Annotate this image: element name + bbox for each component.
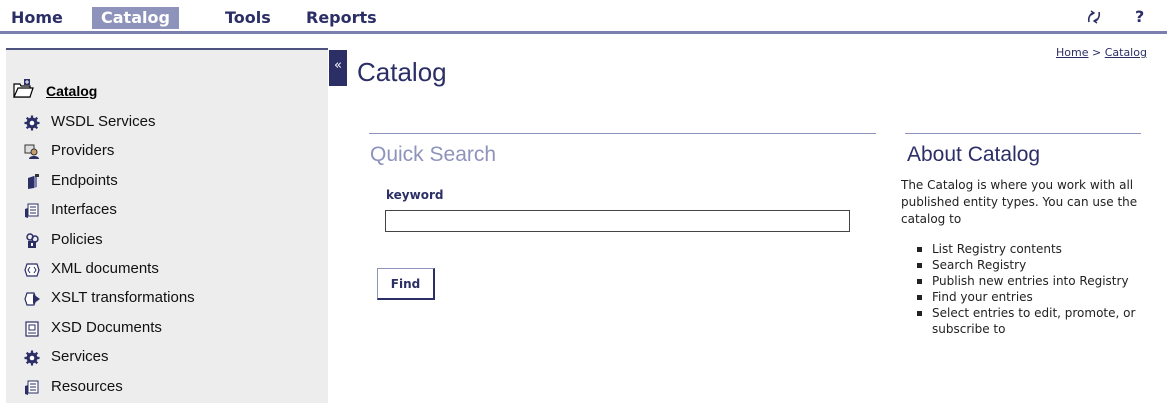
help-button[interactable]: ? xyxy=(1135,7,1144,26)
sidebar-item-policies[interactable]: Policies xyxy=(6,230,306,259)
keyword-label: keyword xyxy=(386,188,444,202)
sidebar-item-label: Interfaces xyxy=(51,201,117,219)
gear-icon xyxy=(24,115,40,131)
sidebar-item-providers[interactable]: Providers xyxy=(6,141,306,170)
breadcrumb-catalog-link[interactable]: Catalog xyxy=(1105,46,1147,59)
sidebar-item-xsd-documents[interactable]: XSD Documents xyxy=(6,318,306,347)
nav-home[interactable]: Home xyxy=(6,7,68,29)
collapse-sidebar-button[interactable]: « xyxy=(329,50,347,86)
sidebar-item-label: Resources xyxy=(51,377,123,395)
provider-icon xyxy=(24,144,40,160)
nav-reports[interactable]: Reports xyxy=(306,7,377,29)
sidebar-list: WSDL Services Providers Endpoints Interf… xyxy=(6,112,306,406)
sidebar-item-label: XSD Documents xyxy=(51,318,162,336)
quick-search-divider xyxy=(369,133,876,134)
sidebar: Catalog WSDL Services Providers Endpoint… xyxy=(6,48,328,403)
breadcrumb-separator: > xyxy=(1088,46,1105,59)
top-nav: Home Catalog Tools Reports ? xyxy=(0,0,1167,34)
catalog-icon xyxy=(12,78,34,100)
quick-search-title: Quick Search xyxy=(370,143,497,166)
about-divider xyxy=(905,133,1141,134)
sidebar-item-wsdl-services[interactable]: WSDL Services xyxy=(6,112,306,141)
list-item: Select entries to edit, promote, or subs… xyxy=(915,305,1145,337)
sidebar-item-resources[interactable]: Resources xyxy=(6,377,306,406)
breadcrumb: Home > Catalog xyxy=(1056,46,1147,59)
interface-icon xyxy=(24,203,40,219)
keyword-input[interactable] xyxy=(385,210,850,232)
xml-document-icon xyxy=(24,262,40,278)
sidebar-item-label: XSLT transformations xyxy=(51,289,195,307)
xslt-icon xyxy=(24,291,40,307)
sidebar-item-label: Endpoints xyxy=(51,171,118,189)
sidebar-item-services[interactable]: Services xyxy=(6,347,306,376)
endpoint-icon xyxy=(24,173,40,190)
sidebar-item-label: Policies xyxy=(51,230,103,248)
nav-catalog[interactable]: Catalog xyxy=(92,7,179,29)
sidebar-item-label: Services xyxy=(51,348,109,366)
sidebar-item-xml-documents[interactable]: XML documents xyxy=(6,259,306,288)
sidebar-item-label: Providers xyxy=(51,142,115,160)
list-item: List Registry contents xyxy=(915,241,1145,257)
sidebar-item-label: XML documents xyxy=(51,259,159,277)
about-list: List Registry contents Search Registry P… xyxy=(915,241,1145,337)
about-title: About Catalog xyxy=(907,143,1041,166)
list-item: Publish new entries into Registry xyxy=(915,273,1145,289)
about-text: The Catalog is where you work with all p… xyxy=(901,178,1138,226)
sync-icon[interactable] xyxy=(1086,9,1102,25)
resource-icon xyxy=(24,380,40,396)
sidebar-title-link[interactable]: Catalog xyxy=(46,83,97,99)
sidebar-item-interfaces[interactable]: Interfaces xyxy=(6,200,306,229)
page-title: Catalog xyxy=(357,57,447,87)
sidebar-item-label: WSDL Services xyxy=(51,113,156,130)
gear-icon xyxy=(24,350,40,366)
breadcrumb-home-link[interactable]: Home xyxy=(1056,46,1088,59)
find-button[interactable]: Find xyxy=(377,268,435,300)
sidebar-item-xslt-transformations[interactable]: XSLT transformations xyxy=(6,288,306,317)
list-item: Search Registry xyxy=(915,257,1145,273)
nav-tools[interactable]: Tools xyxy=(222,7,274,29)
xsd-document-icon xyxy=(24,321,40,337)
sidebar-item-endpoints[interactable]: Endpoints xyxy=(6,171,306,200)
nav-divider xyxy=(0,31,1167,34)
policy-icon xyxy=(24,232,40,249)
list-item: Find your entries xyxy=(915,289,1145,305)
